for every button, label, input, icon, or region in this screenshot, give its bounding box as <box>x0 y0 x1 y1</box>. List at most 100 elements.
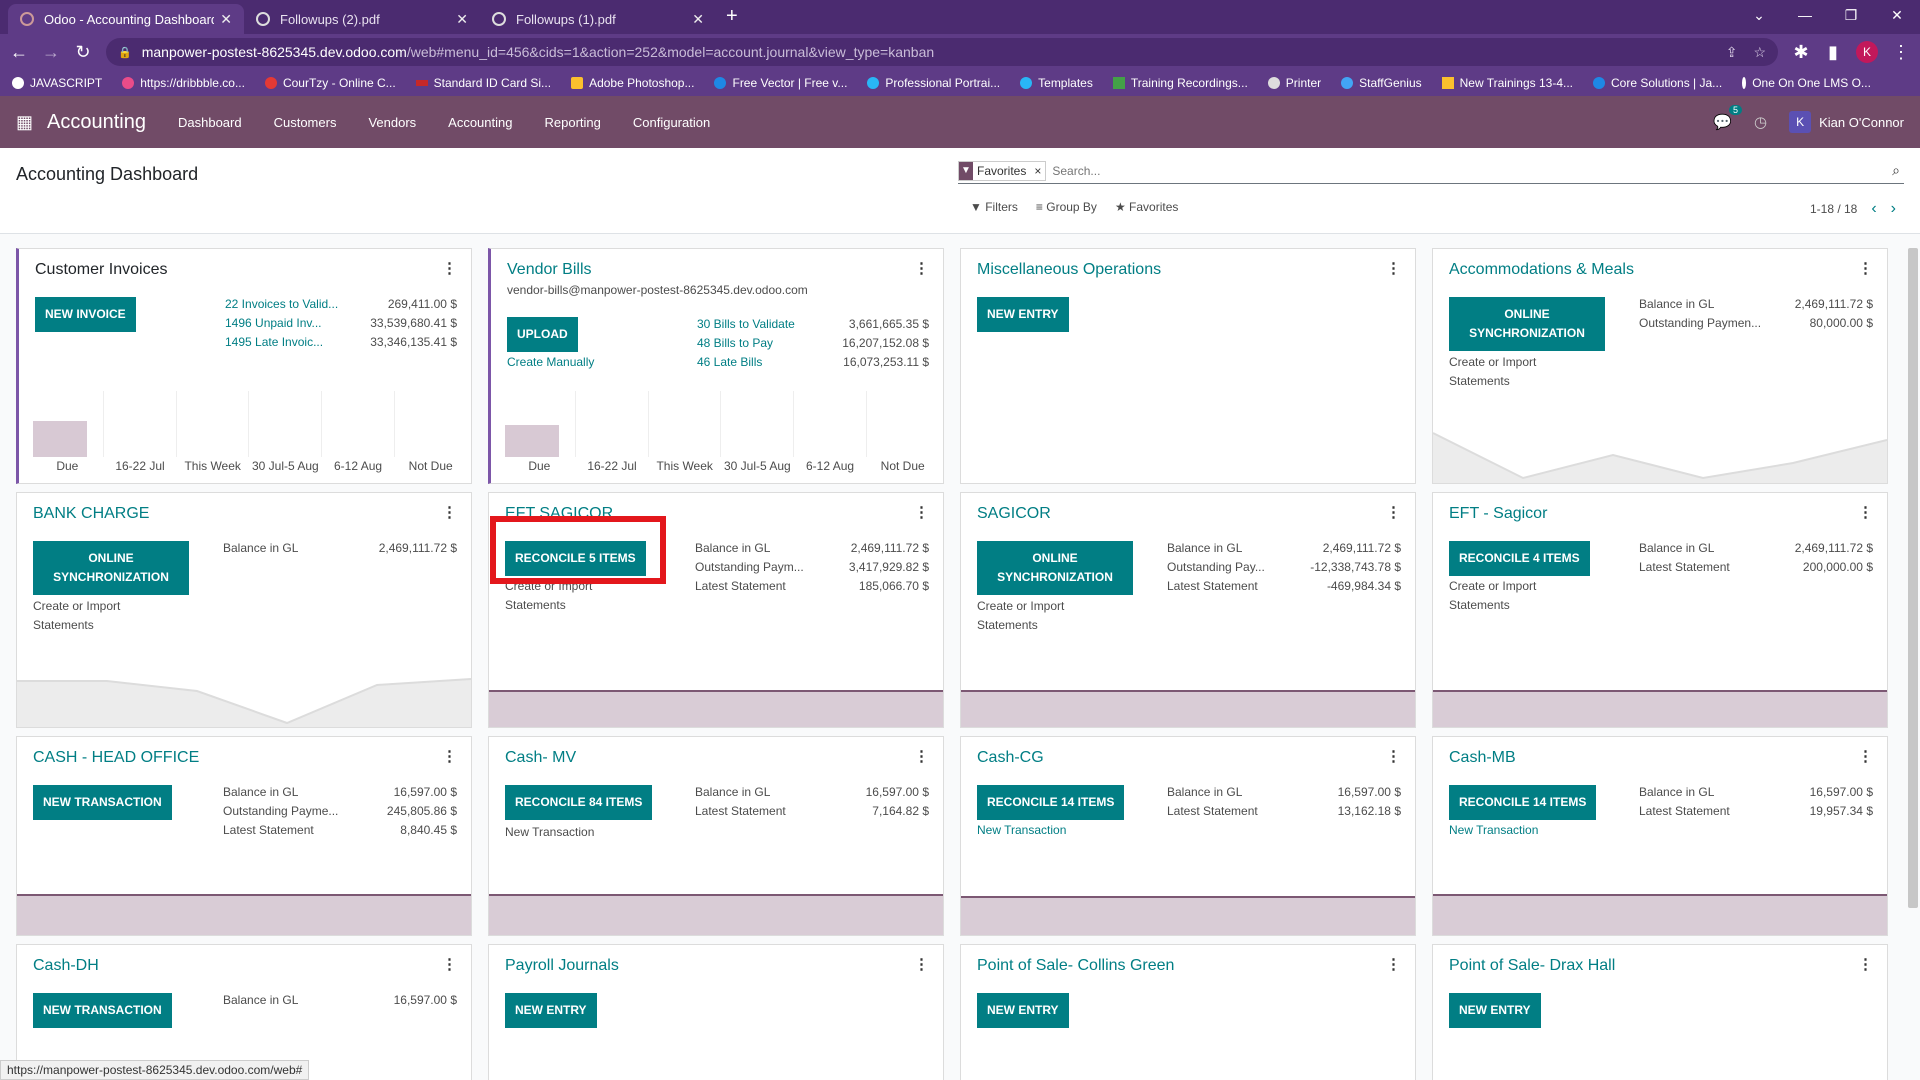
stat-row[interactable]: Balance in GL 16,597.00 $ <box>223 993 457 1012</box>
close-tab-icon[interactable]: ✕ <box>220 11 232 28</box>
bookmark-item[interactable]: StaffGenius <box>1341 76 1422 90</box>
pager-previous-icon[interactable]: ‹ <box>1871 200 1876 218</box>
bookmark-item[interactable]: CourTzy - Online C... <box>264 76 396 90</box>
reconcile-items-button[interactable]: RECONCILE 14 ITEMS <box>977 785 1125 821</box>
create-import-link[interactable]: Create or Import Statements <box>1449 577 1589 615</box>
app-grid-icon[interactable]: ▦ <box>16 112 33 133</box>
stat-row[interactable]: Balance in GL 16,597.00 $ <box>695 785 929 804</box>
stat-row[interactable]: Latest Statement 185,066.70 $ <box>695 579 929 598</box>
stat-row[interactable]: 1495 Late Invoic... 33,346,135.41 $ <box>225 335 457 354</box>
stat-row[interactable]: Balance in GL 2,469,111.72 $ <box>1167 541 1401 560</box>
user-menu[interactable]: K Kian O'Connor <box>1789 111 1904 133</box>
new-transaction-button[interactable]: NEW TRANSACTION <box>33 993 172 1029</box>
stat-row[interactable]: Outstanding Paymen... 80,000.00 $ <box>1639 316 1873 335</box>
menu-reporting[interactable]: Reporting <box>544 115 600 130</box>
card-title[interactable]: Vendor Bills <box>507 261 592 279</box>
bookmark-item[interactable]: Core Solutions | Ja... <box>1593 76 1722 90</box>
stat-row[interactable]: Balance in GL 2,469,111.72 $ <box>223 541 457 560</box>
filters-button[interactable]: ▼ Filters <box>970 200 1018 214</box>
stat-row[interactable]: 46 Late Bills 16,073,253.11 $ <box>697 355 929 374</box>
card-menu-icon[interactable]: ⋮ <box>914 259 929 277</box>
remove-facet-icon[interactable]: × <box>1030 164 1045 178</box>
tab-search-icon[interactable]: ⌄ <box>1736 0 1782 34</box>
stat-row[interactable]: Latest Statement -469,984.34 $ <box>1167 579 1401 598</box>
card-menu-icon[interactable]: ⋮ <box>1858 747 1873 765</box>
maximize-icon[interactable]: ❐ <box>1828 0 1874 34</box>
card-menu-icon[interactable]: ⋮ <box>914 747 929 765</box>
stat-row[interactable]: Outstanding Payme... 245,805.86 $ <box>223 804 457 823</box>
bookmark-item[interactable]: Adobe Photoshop... <box>571 76 694 90</box>
online-sync-button[interactable]: ONLINE SYNCHRONIZATION <box>977 541 1133 596</box>
page-scrollbar[interactable] <box>1908 248 1918 908</box>
browser-tab-odoo[interactable]: Odoo - Accounting Dashboard ✕ <box>8 4 244 34</box>
card-menu-icon[interactable]: ⋮ <box>1386 747 1401 765</box>
new-transaction-link[interactable]: New Transaction <box>505 823 594 842</box>
create-import-link[interactable]: Create or Import Statements <box>977 597 1117 635</box>
bookmark-item[interactable]: Printer <box>1267 76 1321 90</box>
create-manually-link[interactable]: Create Manually <box>507 355 594 369</box>
close-tab-icon[interactable]: ✕ <box>456 11 468 28</box>
bookmark-item[interactable]: Professional Portrai... <box>867 76 1000 90</box>
stat-row[interactable]: Balance in GL 2,469,111.72 $ <box>1639 541 1873 560</box>
online-sync-button[interactable]: ONLINE SYNCHRONIZATION <box>1449 297 1605 352</box>
bookmark-item[interactable]: https://dribbble.co... <box>122 76 245 90</box>
card-menu-icon[interactable]: ⋮ <box>442 747 457 765</box>
reload-icon[interactable]: ↻ <box>74 42 92 63</box>
bookmark-item[interactable]: New Trainings 13-4... <box>1441 76 1573 90</box>
bookmark-item[interactable]: Templates <box>1020 76 1093 90</box>
chart-bar[interactable] <box>33 421 87 457</box>
stat-row[interactable]: Latest Statement 200,000.00 $ <box>1639 560 1873 579</box>
card-title[interactable]: CASH - HEAD OFFICE <box>33 749 199 767</box>
card-title[interactable]: EFT - Sagicor <box>1449 505 1547 523</box>
menu-accounting[interactable]: Accounting <box>448 115 512 130</box>
create-import-link[interactable]: Create or Import Statements <box>33 597 173 635</box>
card-title[interactable]: Cash- MV <box>505 749 576 767</box>
pager-next-icon[interactable]: › <box>1891 200 1896 218</box>
card-menu-icon[interactable]: ⋮ <box>442 259 457 277</box>
new-invoice-button[interactable]: NEW INVOICE <box>35 297 136 333</box>
stat-row[interactable]: 22 Invoices to Valid... 269,411.00 $ <box>225 297 457 316</box>
side-panel-icon[interactable]: ▮ <box>1824 42 1842 63</box>
new-tab-button[interactable]: + <box>726 5 738 28</box>
app-name[interactable]: Accounting <box>47 111 146 134</box>
bookmark-item[interactable]: JAVASCRIPT <box>12 76 102 90</box>
card-menu-icon[interactable]: ⋮ <box>1858 955 1873 973</box>
extensions-icon[interactable]: ✱ <box>1792 42 1810 63</box>
new-entry-button[interactable]: NEW ENTRY <box>977 993 1069 1029</box>
card-title[interactable]: BANK CHARGE <box>33 505 149 523</box>
card-title[interactable]: Point of Sale- Collins Green <box>977 957 1174 975</box>
card-title[interactable]: Accommodations & Meals <box>1449 261 1634 279</box>
chart-bar[interactable] <box>505 425 559 457</box>
card-title[interactable]: Miscellaneous Operations <box>977 261 1161 279</box>
forward-icon[interactable]: → <box>42 42 60 63</box>
stat-row[interactable]: Outstanding Pay... -12,338,743.78 $ <box>1167 560 1401 579</box>
menu-dashboard[interactable]: Dashboard <box>178 115 242 130</box>
card-menu-icon[interactable]: ⋮ <box>1858 503 1873 521</box>
stat-row[interactable]: Balance in GL 16,597.00 $ <box>1167 785 1401 804</box>
card-title[interactable]: Cash-MB <box>1449 749 1516 767</box>
bookmark-item[interactable]: One On One LMS O... <box>1742 76 1871 90</box>
stat-row[interactable]: Outstanding Paym... 3,417,929.82 $ <box>695 560 929 579</box>
stat-row[interactable]: 48 Bills to Pay 16,207,152.08 $ <box>697 336 929 355</box>
bookmark-item[interactable]: Standard ID Card Si... <box>415 76 551 90</box>
card-menu-icon[interactable]: ⋮ <box>442 955 457 973</box>
bookmark-star-icon[interactable]: ☆ <box>1753 44 1766 61</box>
card-menu-icon[interactable]: ⋮ <box>1386 259 1401 277</box>
stat-row[interactable]: Balance in GL 2,469,111.72 $ <box>1639 297 1873 316</box>
card-title[interactable]: Point of Sale- Drax Hall <box>1449 957 1615 975</box>
browser-menu-icon[interactable]: ⋮ <box>1892 42 1910 63</box>
stat-row[interactable]: Latest Statement 7,164.82 $ <box>695 804 929 823</box>
back-icon[interactable]: ← <box>10 42 28 63</box>
new-transaction-link[interactable]: New Transaction <box>977 823 1066 837</box>
create-import-link[interactable]: Create or Import Statements <box>1449 353 1589 391</box>
reconcile-items-button[interactable]: RECONCILE 84 ITEMS <box>505 785 653 821</box>
card-title[interactable]: SAGICOR <box>977 505 1051 523</box>
chat-icon[interactable]: 💬 5 <box>1713 105 1743 131</box>
profile-avatar[interactable]: K <box>1856 41 1878 63</box>
minimize-icon[interactable]: — <box>1782 0 1828 34</box>
stat-row[interactable]: Latest Statement 19,957.34 $ <box>1639 804 1873 823</box>
stat-row[interactable]: Balance in GL 16,597.00 $ <box>1639 785 1873 804</box>
browser-tab-followups-2[interactable]: Followups (2).pdf ✕ <box>244 4 480 34</box>
card-menu-icon[interactable]: ⋮ <box>442 503 457 521</box>
new-entry-button[interactable]: NEW ENTRY <box>1449 993 1541 1029</box>
